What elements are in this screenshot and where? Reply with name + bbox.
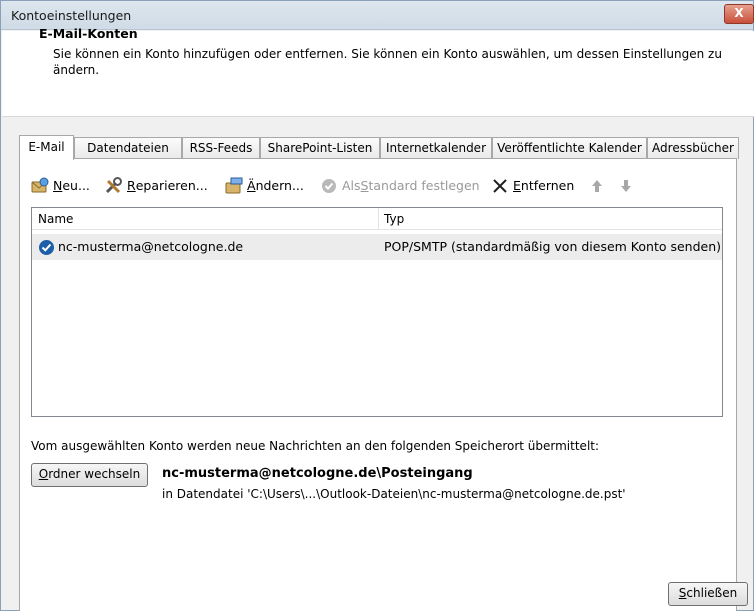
tab-rss-feeds[interactable]: RSS-Feeds bbox=[182, 137, 260, 159]
tab-email[interactable]: E-Mail bbox=[19, 135, 74, 160]
account-settings-dialog: Kontoeinstellungen X E-Mail-Konten Sie k… bbox=[0, 0, 754, 611]
move-up-button[interactable] bbox=[588, 174, 610, 198]
account-name-cell: nc-musterma@netcologne.de bbox=[58, 239, 244, 254]
new-label-suffix: eu... bbox=[62, 178, 90, 193]
accounts-table[interactable]: Name Typ nc-musterma@netcologne.de POP/S… bbox=[31, 207, 723, 417]
tab-address-books[interactable]: Adressbücher bbox=[647, 137, 739, 159]
move-down-button[interactable] bbox=[617, 174, 639, 198]
change-folder-button[interactable]: Ordner wechseln bbox=[31, 463, 148, 487]
change-label-accel: Ä bbox=[247, 178, 256, 193]
repair-label-accel: R bbox=[127, 178, 136, 193]
default-check-icon bbox=[320, 177, 338, 195]
tab-internet-calendars[interactable]: Internetkalender bbox=[380, 137, 492, 159]
set-default-button[interactable]: Als Standard festlegen bbox=[320, 174, 480, 198]
column-divider[interactable] bbox=[378, 208, 379, 230]
remove-label-accel: E bbox=[513, 178, 521, 193]
new-account-icon bbox=[31, 177, 49, 195]
repair-label-suffix: eparieren... bbox=[135, 178, 208, 193]
close-suffix: chließen bbox=[686, 586, 738, 600]
change-account-button[interactable]: Ändern... bbox=[225, 174, 304, 198]
change-account-icon bbox=[225, 177, 243, 195]
repair-tools-icon bbox=[105, 177, 123, 195]
tab-published-calendars[interactable]: Veröffentlichte Kalender bbox=[492, 137, 647, 159]
change-label-suffix: ndern... bbox=[255, 178, 304, 193]
set-default-label-accel: S bbox=[360, 178, 369, 193]
tab-sharepoint-lists[interactable]: SharePoint-Listen bbox=[260, 137, 380, 159]
close-window-button[interactable]: X bbox=[724, 4, 754, 24]
change-folder-suffix: rdner wechseln bbox=[48, 467, 141, 481]
remove-label-suffix: ntfernen bbox=[520, 178, 575, 193]
new-account-button[interactable]: Neu... bbox=[31, 174, 90, 198]
account-type-cell: POP/SMTP (standardmäßig von diesem Konto… bbox=[384, 239, 722, 254]
delivery-data-file: in Datendatei 'C:\Users\...\Outlook-Date… bbox=[162, 487, 626, 501]
set-default-label-suffix: tandard festlegen bbox=[368, 178, 480, 193]
table-row[interactable]: nc-musterma@netcologne.de POP/SMTP (stan… bbox=[32, 234, 722, 260]
page-title: E-Mail-Konten bbox=[39, 26, 138, 41]
default-account-check-icon bbox=[39, 240, 54, 255]
column-header-name[interactable]: Name bbox=[38, 208, 73, 230]
close-dialog-button[interactable]: Schließen bbox=[668, 582, 748, 606]
remove-x-icon bbox=[491, 177, 509, 195]
column-header-type[interactable]: Typ bbox=[384, 208, 404, 230]
arrow-up-icon bbox=[588, 177, 606, 195]
tab-data-files[interactable]: Datendateien bbox=[74, 137, 182, 159]
page-description: Sie können ein Konto hinzufügen oder ent… bbox=[53, 47, 722, 77]
change-folder-accel: O bbox=[38, 467, 49, 481]
set-default-label-prefix: Als bbox=[342, 178, 361, 193]
remove-account-button[interactable]: Entfernen bbox=[491, 174, 574, 198]
window-title: Kontoeinstellungen bbox=[11, 8, 132, 23]
delivery-folder-path: nc-musterma@netcologne.de\Posteingang bbox=[162, 466, 473, 481]
new-label-accel: N bbox=[53, 178, 63, 193]
delivery-info-text: Vom ausgewählten Konto werden neue Nachr… bbox=[31, 439, 600, 453]
table-header: Name Typ bbox=[32, 208, 722, 230]
arrow-down-icon bbox=[617, 177, 635, 195]
repair-account-button[interactable]: Reparieren... bbox=[105, 174, 208, 198]
